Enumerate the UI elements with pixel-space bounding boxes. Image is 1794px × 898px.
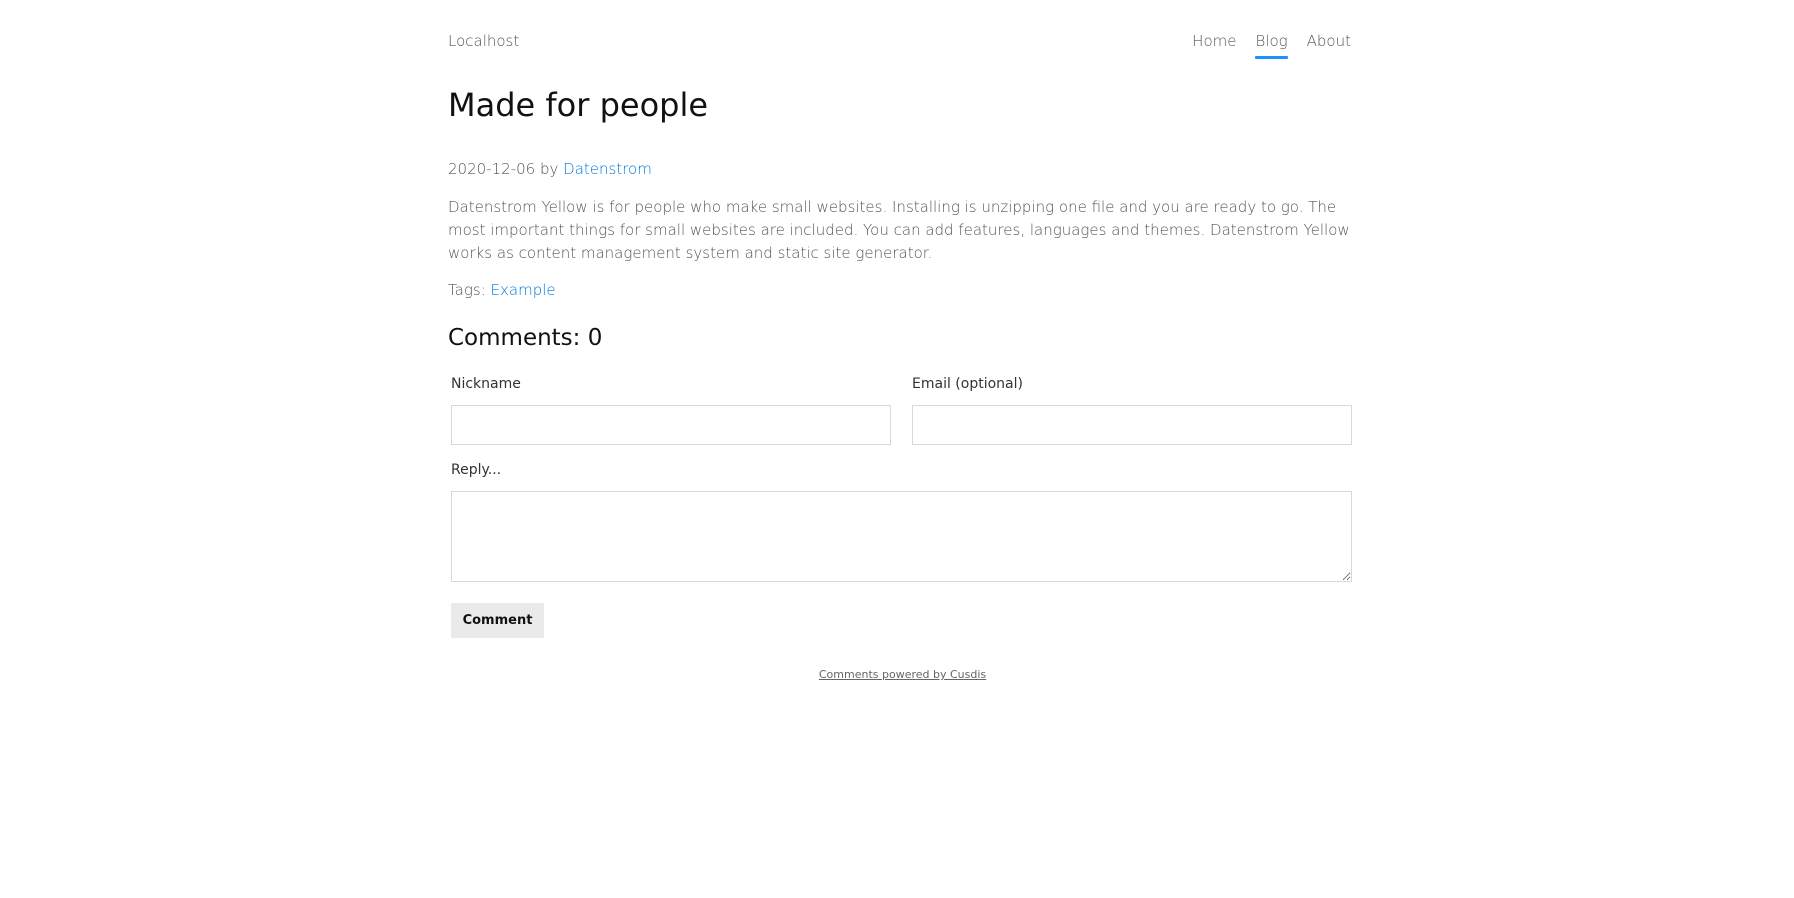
- comment-button[interactable]: Comment: [451, 603, 544, 638]
- tags-label: Tags:: [448, 281, 486, 299]
- nickname-input[interactable]: [451, 405, 891, 445]
- reply-label: Reply...: [451, 462, 502, 478]
- nav-item-blog[interactable]: Blog: [1255, 32, 1288, 59]
- nav-item-about[interactable]: About: [1307, 32, 1351, 56]
- site-header: Localhost Home Blog About: [448, 0, 1351, 70]
- post-body: Datenstrom Yellow is for people who make…: [448, 198, 1350, 262]
- nav-item-home[interactable]: Home: [1192, 32, 1236, 56]
- comments-title: Comments: 0: [448, 325, 603, 351]
- powered-by: Comments powered by Cusdis: [448, 668, 1357, 681]
- post-title: Made for people: [448, 86, 709, 124]
- site-title-link[interactable]: Localhost: [448, 32, 519, 50]
- post-tags: Tags: Example: [448, 281, 556, 299]
- page: Localhost Home Blog About Made for peopl…: [448, 0, 1352, 681]
- main-nav: Home Blog About: [1192, 32, 1351, 59]
- post-date: 2020-12-06: [448, 160, 536, 178]
- post-author-link[interactable]: Datenstrom: [563, 160, 652, 178]
- post-meta: 2020-12-06 by Datenstrom: [448, 160, 652, 178]
- tag-link-example[interactable]: Example: [491, 281, 556, 299]
- email-input[interactable]: [912, 405, 1352, 445]
- nickname-label: Nickname: [451, 376, 521, 392]
- reply-textarea[interactable]: [451, 491, 1352, 582]
- post-by-text: by: [539, 160, 559, 178]
- email-label: Email (optional): [912, 376, 1023, 392]
- powered-by-link[interactable]: Comments powered by Cusdis: [819, 668, 986, 681]
